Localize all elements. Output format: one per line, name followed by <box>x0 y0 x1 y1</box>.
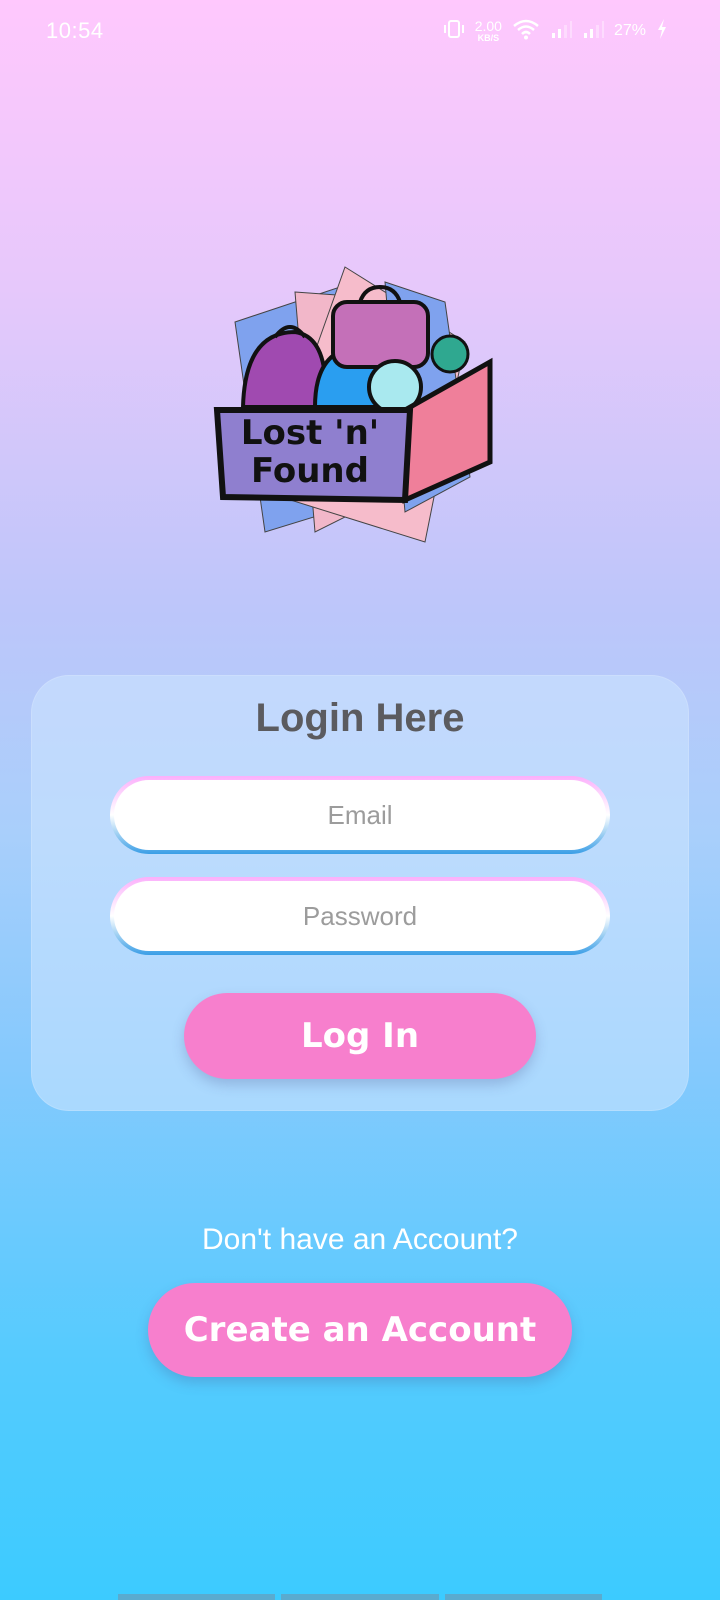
network-speed: 2.00 KB/S <box>475 19 502 43</box>
network-speed-unit: KB/S <box>477 33 500 43</box>
gesture-bar-segment <box>281 1594 439 1600</box>
login-button[interactable]: Log In <box>184 993 536 1079</box>
gesture-bar <box>118 1594 602 1600</box>
status-time: 10:54 <box>46 18 104 43</box>
password-input[interactable] <box>136 899 584 933</box>
lost-and-found-logo: Lost 'n' Found <box>205 262 505 562</box>
login-title: Login Here <box>255 696 465 740</box>
create-account-button[interactable]: Create an Account <box>148 1283 572 1377</box>
network-speed-value: 2.00 <box>474 18 502 34</box>
wifi-icon <box>512 18 540 45</box>
signal-icon-2 <box>582 19 604 44</box>
logo-text-line2: Found <box>251 451 369 491</box>
battery-level: 27% <box>613 22 646 39</box>
no-account-prompt: Don't have an Account? <box>202 1223 518 1256</box>
charging-icon <box>656 18 668 45</box>
gesture-bar-segment <box>118 1594 276 1600</box>
status-bar: 10:54 2.00 KB/S 27% <box>0 0 720 62</box>
signal-icon-1 <box>550 19 572 44</box>
vibrate-icon <box>443 18 465 45</box>
logo-text-line1: Lost 'n' <box>241 413 379 453</box>
email-field[interactable] <box>110 776 610 854</box>
password-field[interactable] <box>110 877 610 955</box>
status-icons: 2.00 KB/S 27% <box>443 16 668 46</box>
email-input[interactable] <box>136 798 584 832</box>
gesture-bar-segment <box>444 1594 602 1600</box>
